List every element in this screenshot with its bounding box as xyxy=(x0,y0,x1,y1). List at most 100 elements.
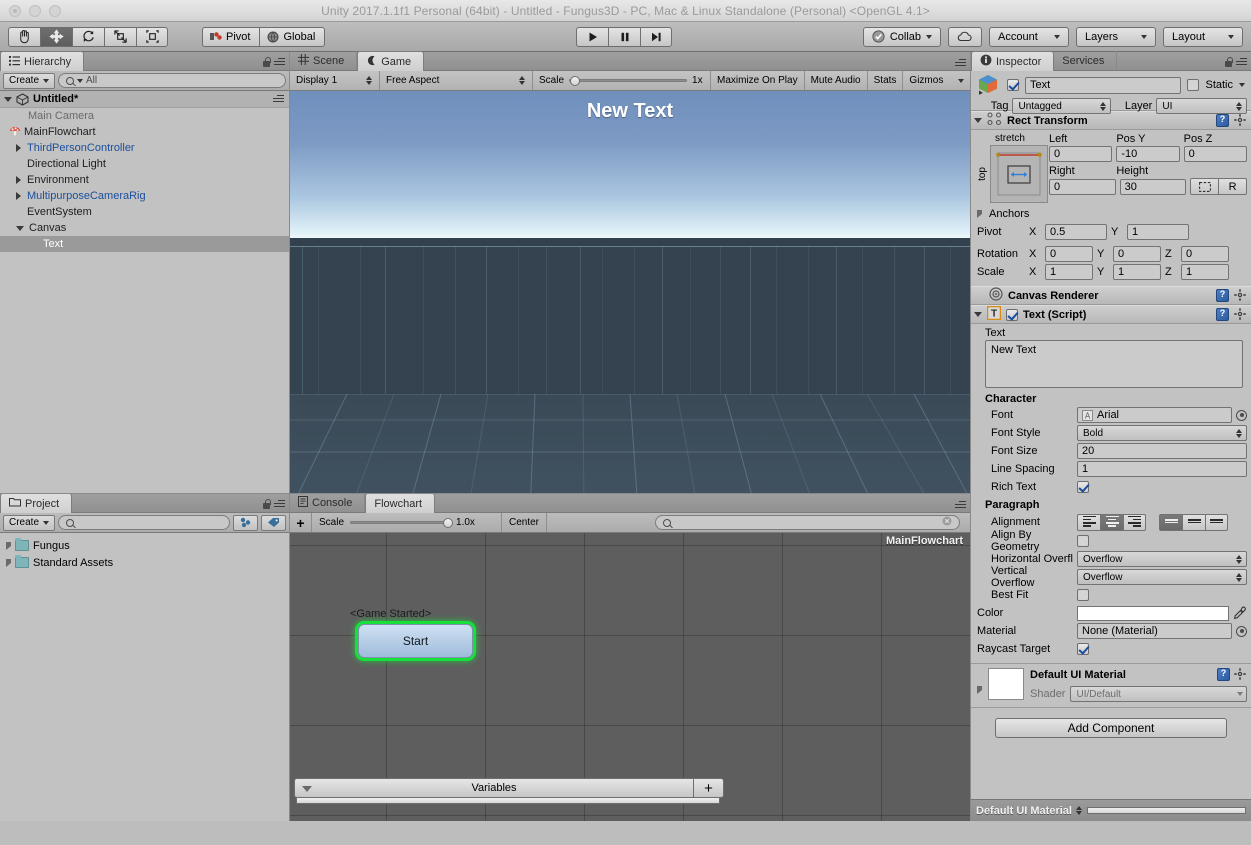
splitter-right[interactable] xyxy=(970,52,971,821)
hierarchy-item-eventsystem[interactable]: EventSystem xyxy=(0,204,289,220)
material-object-field[interactable]: None (Material) xyxy=(1077,623,1232,639)
blueprint-mode-button[interactable] xyxy=(1190,178,1220,195)
project-search-input[interactable] xyxy=(58,515,230,530)
gear-icon[interactable] xyxy=(1234,668,1247,681)
lock-icon[interactable] xyxy=(262,499,271,510)
help-icon[interactable] xyxy=(1216,308,1229,321)
splitter-left[interactable] xyxy=(289,52,290,821)
lock-icon[interactable] xyxy=(262,57,271,68)
rect-tool-button[interactable] xyxy=(136,26,168,47)
font-size-field[interactable]: 20 xyxy=(1077,443,1247,459)
align-top-button[interactable] xyxy=(1159,513,1182,531)
component-header-canvas-renderer[interactable]: Canvas Renderer xyxy=(971,286,1251,305)
layout-button[interactable]: Layout xyxy=(1163,26,1243,47)
scale-x-field[interactable]: 1 xyxy=(1045,264,1093,280)
add-component-button[interactable]: Add Component xyxy=(995,718,1227,738)
scale-slider[interactable] xyxy=(569,76,688,86)
variables-add-button[interactable]: + xyxy=(694,778,724,798)
gear-icon[interactable] xyxy=(1234,289,1247,302)
step-button[interactable] xyxy=(640,26,672,47)
posy-field[interactable]: -10 xyxy=(1116,146,1180,162)
global-toggle-button[interactable]: Global xyxy=(259,26,326,47)
game-render-area[interactable]: New Text xyxy=(290,91,970,511)
material-picker-icon[interactable] xyxy=(1236,625,1247,637)
display-dropdown[interactable]: Display 1 xyxy=(290,71,380,90)
gear-icon[interactable] xyxy=(1234,114,1247,127)
hierarchy-item-environment[interactable]: Environment xyxy=(0,172,289,188)
hand-tool-button[interactable] xyxy=(8,26,40,47)
project-item-fungus[interactable]: Fungus xyxy=(0,537,289,554)
stats-toggle[interactable]: Stats xyxy=(867,71,904,90)
panel-menu-icon[interactable] xyxy=(274,58,285,67)
inspector-tab-menu[interactable] xyxy=(1224,57,1247,68)
horizontal-overflow-dropdown[interactable]: Overflow xyxy=(1077,551,1247,567)
font-picker-icon[interactable] xyxy=(1236,409,1247,421)
hierarchy-item-multipurposecamerarig[interactable]: MultipurposeCameraRig xyxy=(0,188,289,204)
rich-text-checkbox[interactable] xyxy=(1077,481,1089,493)
scale-slider-knob[interactable] xyxy=(570,76,581,86)
hierarchy-create-button[interactable]: Create xyxy=(3,72,56,89)
raw-edit-button[interactable]: R xyxy=(1219,178,1248,195)
chevron-down-icon[interactable] xyxy=(16,225,24,231)
footer-material-chip[interactable]: Default UI Material xyxy=(976,805,1083,817)
flowchart-scale-group[interactable]: Scale 1.0x xyxy=(312,513,502,532)
hierarchy-item-mainflowchart[interactable]: MainFlowchart xyxy=(0,124,289,140)
variables-toggle-button[interactable]: Variables xyxy=(294,778,694,798)
pivot-y-field[interactable]: 1 xyxy=(1127,224,1189,240)
panel-menu-icon[interactable] xyxy=(1236,58,1247,67)
splitter-horizontal[interactable] xyxy=(0,493,970,494)
align-bottom-button[interactable] xyxy=(1205,513,1228,531)
component-header-text-script[interactable]: T Text (Script) xyxy=(971,305,1251,324)
hierarchy-scene-root[interactable]: Untitled* xyxy=(0,91,289,108)
text-script-enabled-checkbox[interactable] xyxy=(1006,308,1018,321)
chevron-right-icon[interactable] xyxy=(6,558,11,567)
playback-controls[interactable] xyxy=(576,26,672,47)
vertical-overflow-dropdown[interactable]: Overflow xyxy=(1077,569,1247,585)
help-icon[interactable] xyxy=(1217,668,1230,681)
tag-dropdown[interactable]: Untagged xyxy=(1012,98,1111,114)
posz-field[interactable]: 0 xyxy=(1183,146,1247,162)
gizmos-dropdown[interactable]: Gizmos xyxy=(903,71,970,90)
tab-console[interactable]: Console xyxy=(290,493,366,512)
project-tab-menu[interactable] xyxy=(262,499,285,510)
account-button[interactable]: Account xyxy=(989,26,1069,47)
hierarchy-item-main-camera[interactable]: Main Camera xyxy=(0,108,289,124)
gameview-tab-menu[interactable] xyxy=(955,59,966,68)
hierarchy-item-directional-light[interactable]: Directional Light xyxy=(0,156,289,172)
hierarchy-item-canvas[interactable]: Canvas xyxy=(0,220,289,236)
chevron-right-icon[interactable] xyxy=(16,176,21,184)
gameobject-name-field[interactable]: Text xyxy=(1025,76,1182,94)
layers-button[interactable]: Layers xyxy=(1076,26,1156,47)
tab-hierarchy[interactable]: Hierarchy xyxy=(0,51,85,71)
right-field[interactable]: 0 xyxy=(1049,178,1116,195)
transform-tools-group[interactable] xyxy=(8,26,168,47)
lock-icon[interactable] xyxy=(1224,57,1233,68)
rotation-z-field[interactable]: 0 xyxy=(1181,246,1229,262)
tab-flowchart[interactable]: Flowchart xyxy=(365,493,436,513)
scale-z-field[interactable]: 1 xyxy=(1181,264,1229,280)
flowchart-tab-menu[interactable] xyxy=(955,501,966,510)
text-value-textarea[interactable]: New Text xyxy=(985,340,1243,388)
clear-search-icon[interactable] xyxy=(942,516,952,529)
chevron-down-icon[interactable] xyxy=(974,118,982,123)
tab-project[interactable]: Project xyxy=(0,493,73,513)
layer-dropdown[interactable]: UI xyxy=(1156,98,1247,114)
chevron-right-icon[interactable] xyxy=(977,210,982,218)
cloud-button[interactable] xyxy=(948,26,982,47)
tab-services[interactable]: Services xyxy=(1054,51,1118,70)
flowchart-scale-slider[interactable] xyxy=(350,518,454,528)
panel-menu-icon[interactable] xyxy=(955,59,966,68)
alignment-vertical-group[interactable] xyxy=(1159,513,1228,531)
rotation-x-field[interactable]: 0 xyxy=(1045,246,1093,262)
chevron-down-icon[interactable] xyxy=(974,312,982,317)
flowchart-search-input[interactable] xyxy=(655,515,960,530)
pause-button[interactable] xyxy=(608,26,640,47)
align-right-button[interactable] xyxy=(1123,513,1146,531)
height-field[interactable]: 30 xyxy=(1119,178,1187,195)
panel-menu-icon[interactable] xyxy=(955,501,966,510)
flowchart-block-start[interactable]: Start xyxy=(358,624,473,658)
chevron-down-icon[interactable] xyxy=(4,96,12,102)
gameobject-enabled-checkbox[interactable] xyxy=(1007,79,1019,91)
flowchart-center-button[interactable]: Center xyxy=(502,513,548,532)
chevron-down-icon[interactable] xyxy=(1239,83,1245,87)
